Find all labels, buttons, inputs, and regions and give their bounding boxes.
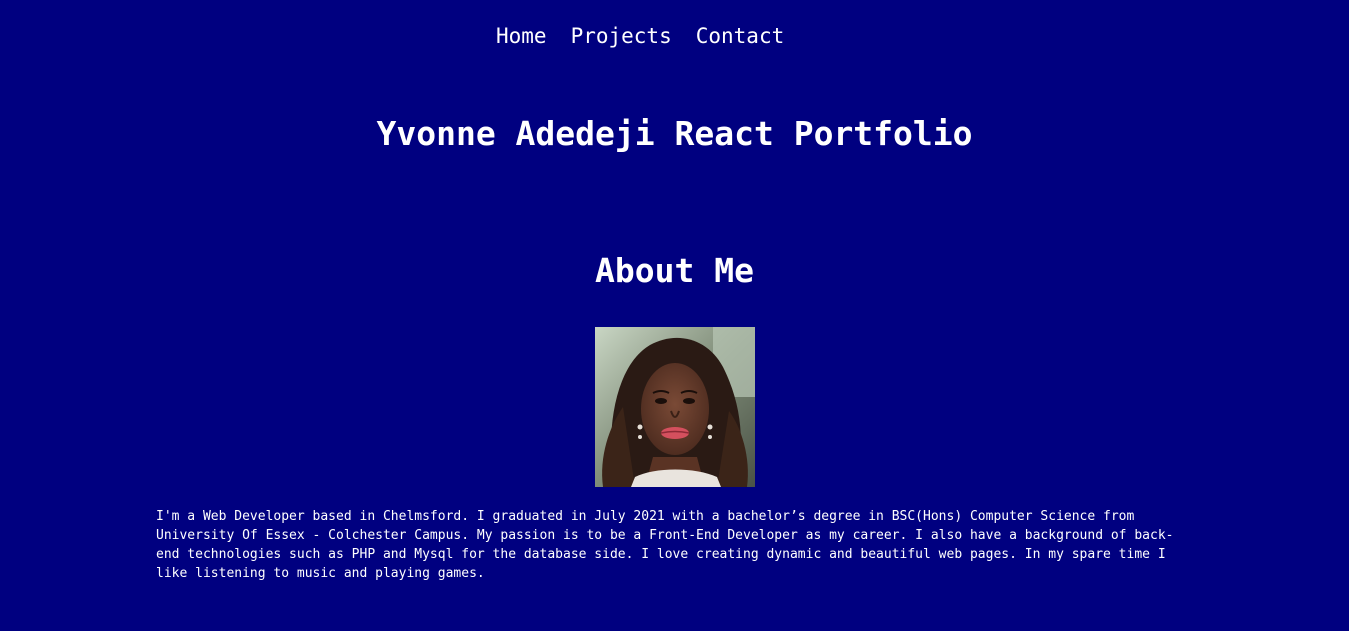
profile-photo bbox=[595, 327, 755, 487]
page: Home Projects Contact Yvonne Adedeji Rea… bbox=[0, 0, 1349, 631]
nav-link-contact[interactable]: Contact bbox=[696, 22, 785, 50]
about-heading: About Me bbox=[595, 251, 754, 290]
top-navigation: Home Projects Contact bbox=[496, 22, 784, 50]
site-title: Yvonne Adedeji React Portfolio bbox=[376, 114, 973, 153]
about-bio-text: I'm a Web Developer based in Chelmsford.… bbox=[156, 509, 1174, 581]
nav-link-home[interactable]: Home bbox=[496, 22, 547, 50]
nav-link-projects[interactable]: Projects bbox=[571, 22, 672, 50]
